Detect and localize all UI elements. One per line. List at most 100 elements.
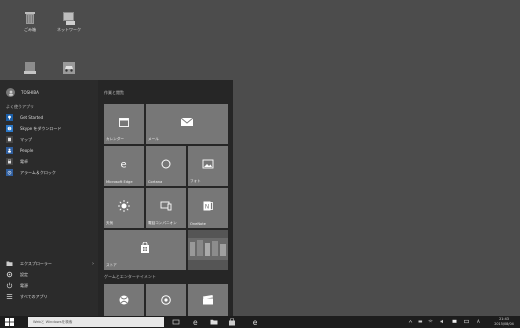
tile-movies[interactable]	[188, 284, 228, 316]
tile-label: Cortana	[148, 180, 163, 184]
news-image-tile	[188, 238, 228, 260]
desktop-icon-label: ネットワーク	[57, 27, 81, 32]
app-list-item[interactable]: Get Started	[6, 112, 94, 123]
start-menu: TOSHIBA よく使うアプリ Get Started S Skype をダウン…	[0, 80, 233, 316]
edge-icon[interactable]: e	[192, 318, 200, 326]
calculator-icon	[6, 158, 13, 165]
power-label: 電源	[20, 282, 28, 288]
app-list-item[interactable]: アラーム＆クロック	[6, 167, 94, 178]
folder-icon	[6, 261, 13, 266]
avatar	[6, 88, 15, 97]
tiles-group-header: 作業と閲覧	[104, 90, 124, 95]
app-list-item[interactable]: S Skype をダウンロード	[6, 123, 94, 134]
tile-label: OneNote	[190, 222, 206, 226]
tile-groove-music[interactable]	[146, 284, 186, 316]
keyboard-icon[interactable]	[464, 319, 469, 324]
tile-onenote[interactable]: N OneNote	[188, 188, 228, 228]
store-icon	[141, 241, 149, 253]
chevron-up-icon[interactable]	[408, 319, 413, 324]
input-language-indicator[interactable]: A	[477, 319, 480, 324]
tile-calendar[interactable]: カレンダー	[104, 104, 144, 144]
tile-photos[interactable]: フォト	[188, 146, 228, 186]
tile-edge[interactable]: e Microsoft Edge	[104, 146, 144, 186]
tile-label: Microsoft Edge	[106, 180, 133, 184]
app-label: 電卓	[20, 158, 28, 164]
volume-icon[interactable]	[440, 319, 445, 324]
user-account[interactable]: TOSHIBA	[6, 88, 39, 97]
tile-weather[interactable]: 天気	[104, 188, 144, 228]
onenote-icon: N	[203, 201, 213, 211]
start-menu-left-pane: TOSHIBA よく使うアプリ Get Started S Skype をダウン…	[0, 80, 98, 316]
apps-list-icon	[6, 294, 13, 299]
clock[interactable]: 21:43 2015/08/04	[489, 317, 519, 327]
calendar-icon	[119, 117, 129, 127]
start-bottom-list: エクスプローラー › 設定 電源 すべてのアプリ	[6, 258, 94, 302]
groove-music-icon	[161, 295, 171, 305]
tile-phone-companion[interactable]: 電話コンパニオン	[146, 188, 186, 228]
mail-icon	[180, 117, 194, 126]
tile-xbox[interactable]	[104, 284, 144, 316]
user-name: TOSHIBA	[21, 90, 39, 95]
app-list-item[interactable]: マップ	[6, 134, 94, 145]
shortcut-icon	[63, 12, 75, 25]
battery-icon[interactable]	[418, 319, 423, 324]
games-group-header: ゲームとエンターテイメント	[104, 274, 156, 279]
recent-apps-header: よく使うアプリ	[6, 104, 34, 109]
task-view-icon[interactable]	[172, 318, 180, 326]
tile-cortana[interactable]: Cortana	[146, 146, 186, 186]
tile-store[interactable]: ストア	[104, 230, 186, 270]
movies-icon	[203, 295, 213, 305]
recycle-bin-icon	[25, 12, 35, 24]
svg-text:e: e	[253, 318, 258, 326]
app-list-item[interactable]: People	[6, 145, 94, 156]
all-apps-button[interactable]: すべてのアプリ	[6, 291, 94, 302]
ie-icon[interactable]: e	[252, 318, 260, 326]
desktop-icon-shortcut[interactable]: ネットワーク	[47, 10, 91, 33]
gear-icon	[6, 271, 13, 278]
tile-label: 電話コンパニオン	[148, 221, 177, 225]
store-icon[interactable]	[228, 318, 236, 326]
action-center-icon[interactable]	[452, 319, 457, 324]
tile-label: 天気	[106, 221, 114, 225]
weather-icon	[118, 199, 130, 212]
desktop-icon-recycle-bin[interactable]: ごみ箱	[8, 10, 52, 33]
search-input[interactable]: Webと Windowsを検索	[28, 317, 164, 327]
settings-label: 設定	[20, 271, 28, 277]
svg-text:N: N	[205, 203, 210, 210]
skype-icon: S	[6, 125, 13, 132]
app-label: マップ	[20, 136, 32, 142]
tile-label: ストア	[106, 263, 117, 267]
drive-icon	[24, 62, 36, 74]
phone-companion-icon	[160, 201, 172, 211]
edge-icon: e	[121, 159, 127, 169]
app-label: アラーム＆クロック	[20, 169, 56, 175]
desktop-icon-label: ごみ箱	[24, 27, 36, 32]
svg-text:e: e	[121, 159, 127, 169]
taskbar: Webと Windowsを検索 e e A 21:43 2015/08/04	[0, 316, 520, 328]
desktop-icon-drive[interactable]	[8, 60, 52, 78]
app-label: Get Started	[20, 115, 44, 120]
cortana-icon	[161, 159, 171, 169]
power-button[interactable]: 電源	[6, 280, 94, 291]
clock-date: 2015/08/04	[494, 322, 514, 326]
power-icon	[6, 282, 13, 289]
tile-mail[interactable]: メール	[146, 104, 228, 144]
app-list-item[interactable]: 電卓	[6, 156, 94, 167]
windows-start-icon[interactable]	[5, 318, 14, 326]
all-apps-label: すべてのアプリ	[20, 293, 48, 299]
desktop-icon-car-app[interactable]	[47, 60, 91, 78]
xbox-icon	[119, 295, 129, 305]
file-explorer-label: エクスプローラー	[20, 260, 52, 266]
file-explorer-button[interactable]: エクスプローラー ›	[6, 258, 94, 269]
tile-label: カレンダー	[106, 137, 124, 141]
wifi-icon[interactable]	[428, 319, 433, 324]
folder-icon[interactable]	[210, 318, 218, 326]
app-label: People	[20, 148, 34, 153]
photos-icon	[202, 159, 214, 169]
settings-button[interactable]: 設定	[6, 269, 94, 280]
lightbulb-icon	[6, 114, 13, 121]
app-list: Get Started S Skype をダウンロード マップ People 電…	[6, 112, 94, 178]
tile-news[interactable]	[188, 230, 228, 270]
tile-label: メール	[148, 137, 159, 141]
chevron-right-icon[interactable]: ›	[92, 261, 94, 267]
